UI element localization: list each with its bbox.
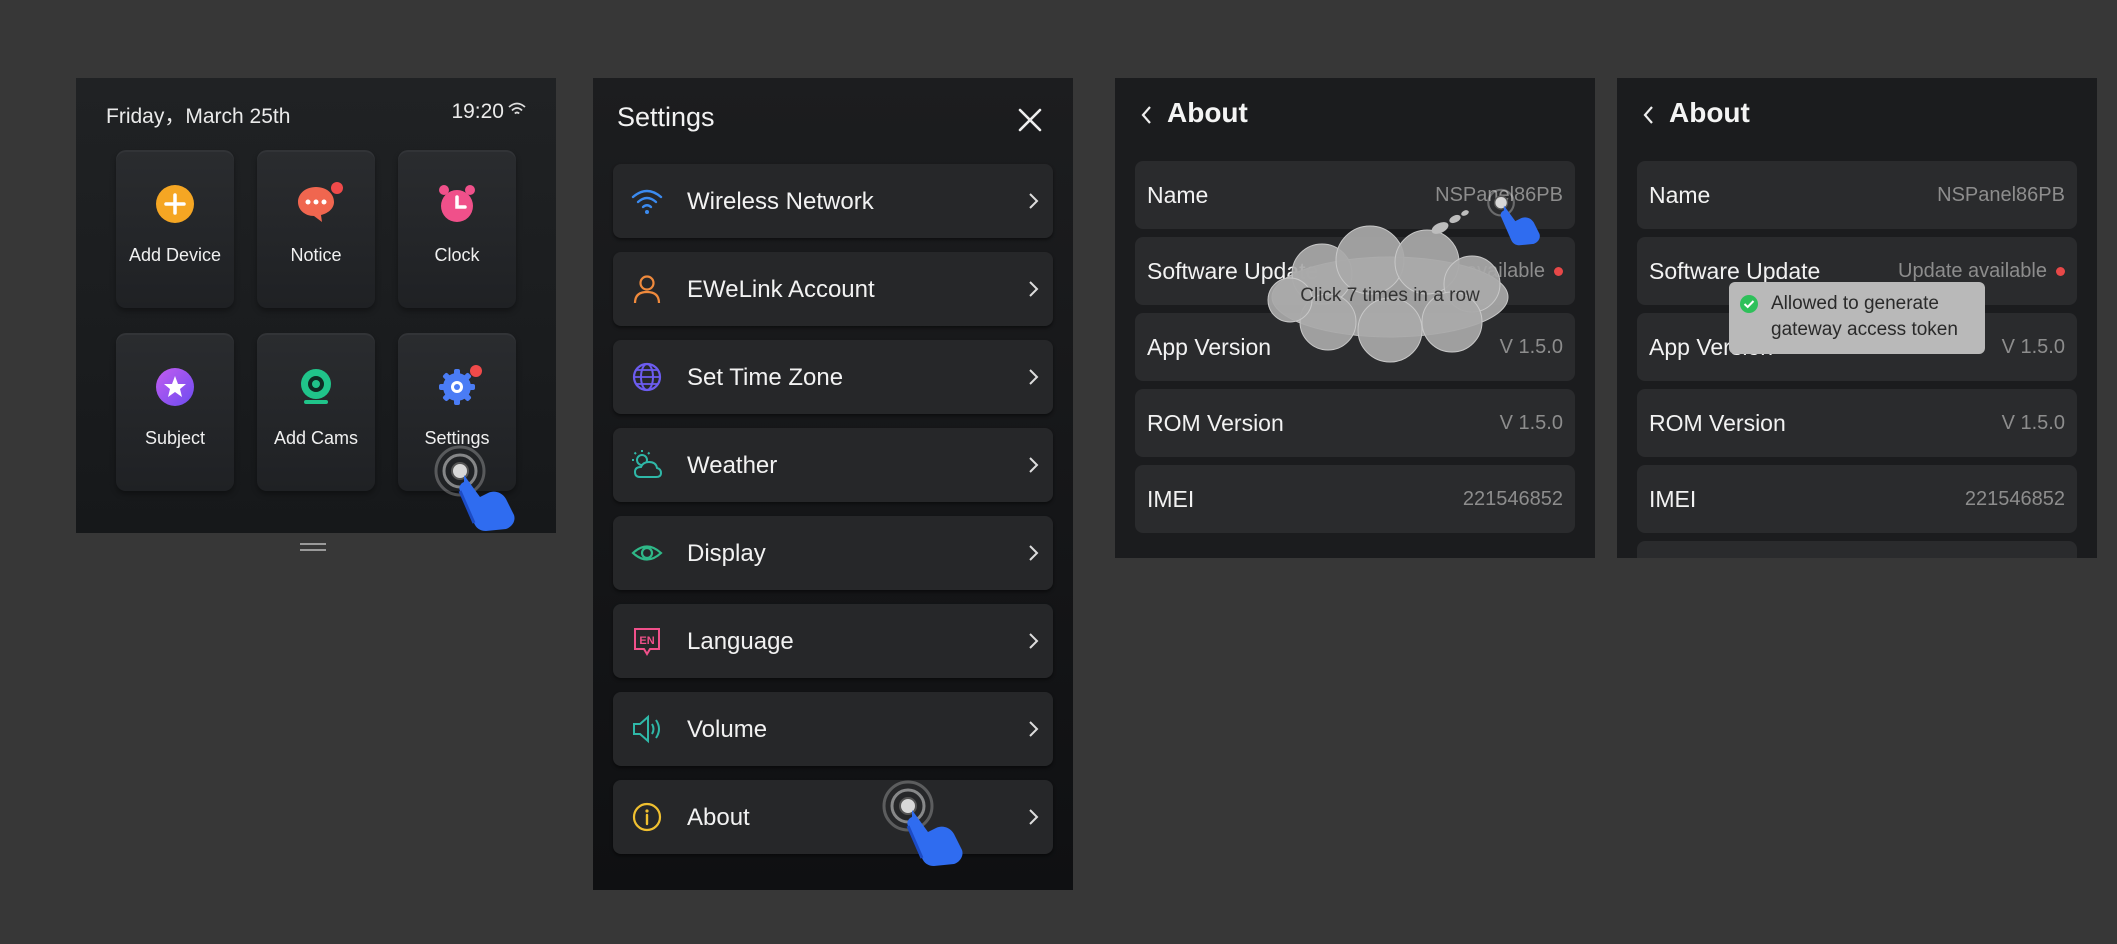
globe-icon bbox=[632, 362, 662, 392]
row-label: IMEI bbox=[1649, 486, 1697, 512]
tap-hand-icon bbox=[882, 780, 963, 866]
home-date: Friday，March 25th bbox=[106, 105, 291, 128]
camera-icon bbox=[301, 369, 331, 404]
tile-label: Subject bbox=[144, 428, 206, 448]
settings-item-label: Set Time Zone bbox=[687, 364, 844, 391]
row-label: Name bbox=[1649, 182, 1711, 208]
about-row-name[interactable]: Name NSPanel86PB bbox=[1637, 161, 2077, 229]
about-row-imei: IMEI 221546852 bbox=[1135, 465, 1575, 533]
settings-item-display[interactable]: Display bbox=[613, 516, 1053, 590]
tile-label: Notice bbox=[290, 245, 342, 265]
row-value: 221546852 bbox=[1964, 488, 2065, 510]
settings-item-wireless-network[interactable]: Wireless Network bbox=[613, 164, 1053, 238]
chevron-right-icon bbox=[1029, 457, 1039, 473]
subject-icon bbox=[156, 368, 194, 406]
tap-hand-icon bbox=[1487, 188, 1540, 246]
chevron-right-icon bbox=[1029, 633, 1039, 649]
about-title: About bbox=[1669, 97, 1750, 128]
tile-add-device[interactable]: Add Device bbox=[116, 150, 234, 308]
back-icon[interactable] bbox=[1139, 104, 1153, 126]
about-title: About bbox=[1167, 97, 1248, 128]
tile-label: Add Device bbox=[128, 245, 222, 265]
update-dot bbox=[1554, 267, 1563, 276]
check-circle-icon bbox=[1740, 295, 1758, 313]
wifi-icon bbox=[631, 189, 663, 214]
chevron-right-icon bbox=[1029, 721, 1039, 737]
weather-icon bbox=[632, 450, 663, 478]
settings-screen: Settings Wireless Network EWeLink Accoun… bbox=[593, 78, 1073, 890]
row-label: Name bbox=[1147, 182, 1209, 208]
language-icon: EN bbox=[634, 628, 660, 656]
row-label: App Version bbox=[1147, 334, 1272, 360]
about-row-rom-version: ROM Version V 1.5.0 bbox=[1637, 389, 2077, 457]
row-value: 221546852 bbox=[1462, 488, 1563, 510]
tile-label: Add Cams bbox=[273, 428, 359, 448]
cloud-bubbles bbox=[1431, 210, 1469, 234]
close-icon[interactable] bbox=[1013, 103, 1047, 137]
row-label: IMEI bbox=[1147, 486, 1195, 512]
update-dot bbox=[2056, 267, 2065, 276]
add-device-icon bbox=[156, 185, 194, 223]
user-icon bbox=[633, 275, 661, 304]
clock-icon bbox=[439, 185, 475, 222]
info-icon bbox=[632, 802, 662, 832]
settings-item-label: About bbox=[687, 804, 750, 831]
settings-item-language[interactable]: EN Language bbox=[613, 604, 1053, 678]
settings-item-volume[interactable]: Volume bbox=[613, 692, 1053, 766]
chevron-right-icon bbox=[1029, 545, 1039, 561]
settings-title: Settings bbox=[617, 102, 715, 132]
settings-item-about[interactable]: About bbox=[613, 780, 1053, 854]
settings-item-label: Language bbox=[687, 628, 794, 655]
wifi-status-icon bbox=[508, 102, 526, 115]
tile-notice[interactable]: Notice bbox=[257, 150, 375, 308]
about-row-rom-version: ROM Version V 1.5.0 bbox=[1135, 389, 1575, 457]
row-value: Update available bbox=[1898, 260, 2047, 282]
tile-clock[interactable]: Clock bbox=[398, 150, 516, 308]
tap-hand-icon bbox=[434, 445, 515, 531]
settings-badge bbox=[470, 365, 482, 377]
row-value: V 1.5.0 bbox=[2001, 412, 2065, 434]
settings-item-ewelink-account[interactable]: EWeLink Account bbox=[613, 252, 1053, 326]
settings-item-set-time-zone[interactable]: Set Time Zone bbox=[613, 340, 1053, 414]
toast-notification: Allowed to generate gateway access token bbox=[1729, 282, 1985, 354]
chevron-right-icon bbox=[1029, 281, 1039, 297]
about-row-more bbox=[1637, 541, 2077, 558]
chevron-right-icon bbox=[1029, 193, 1039, 209]
row-label: Software Update bbox=[1649, 258, 1821, 284]
settings-item-label: Volume bbox=[687, 716, 768, 743]
chevron-right-icon bbox=[1029, 809, 1039, 825]
notice-icon bbox=[298, 187, 334, 222]
volume-icon bbox=[633, 714, 660, 744]
tile-label: Clock bbox=[434, 245, 480, 265]
row-value: V 1.5.0 bbox=[1499, 412, 1563, 434]
settings-item-label: Display bbox=[687, 540, 766, 567]
tile-add-cams[interactable]: Add Cams bbox=[257, 333, 375, 491]
chevron-right-icon bbox=[1029, 369, 1039, 385]
eye-icon bbox=[631, 545, 663, 561]
svg-text:EN: EN bbox=[639, 635, 654, 647]
row-value: NSPanel86PB bbox=[1937, 184, 2065, 206]
row-value: V 1.5.0 bbox=[2001, 336, 2065, 358]
home-time: 19:20 bbox=[451, 100, 504, 123]
back-icon[interactable] bbox=[1641, 104, 1655, 126]
settings-item-label: EWeLink Account bbox=[687, 276, 875, 303]
notice-badge bbox=[331, 182, 343, 194]
row-label: ROM Version bbox=[1147, 410, 1284, 436]
about-row-imei: IMEI 221546852 bbox=[1637, 465, 2077, 533]
drawer-handle-icon[interactable] bbox=[300, 543, 326, 553]
settings-item-label: Wireless Network bbox=[687, 188, 874, 215]
row-label: ROM Version bbox=[1649, 410, 1786, 436]
tile-subject[interactable]: Subject bbox=[116, 333, 234, 491]
settings-item-weather[interactable]: Weather bbox=[613, 428, 1053, 502]
tip-text: Click 7 times in a row bbox=[1300, 285, 1480, 306]
settings-item-label: Weather bbox=[687, 452, 778, 479]
toast-text: Allowed to generate gateway access token bbox=[1771, 293, 1958, 340]
